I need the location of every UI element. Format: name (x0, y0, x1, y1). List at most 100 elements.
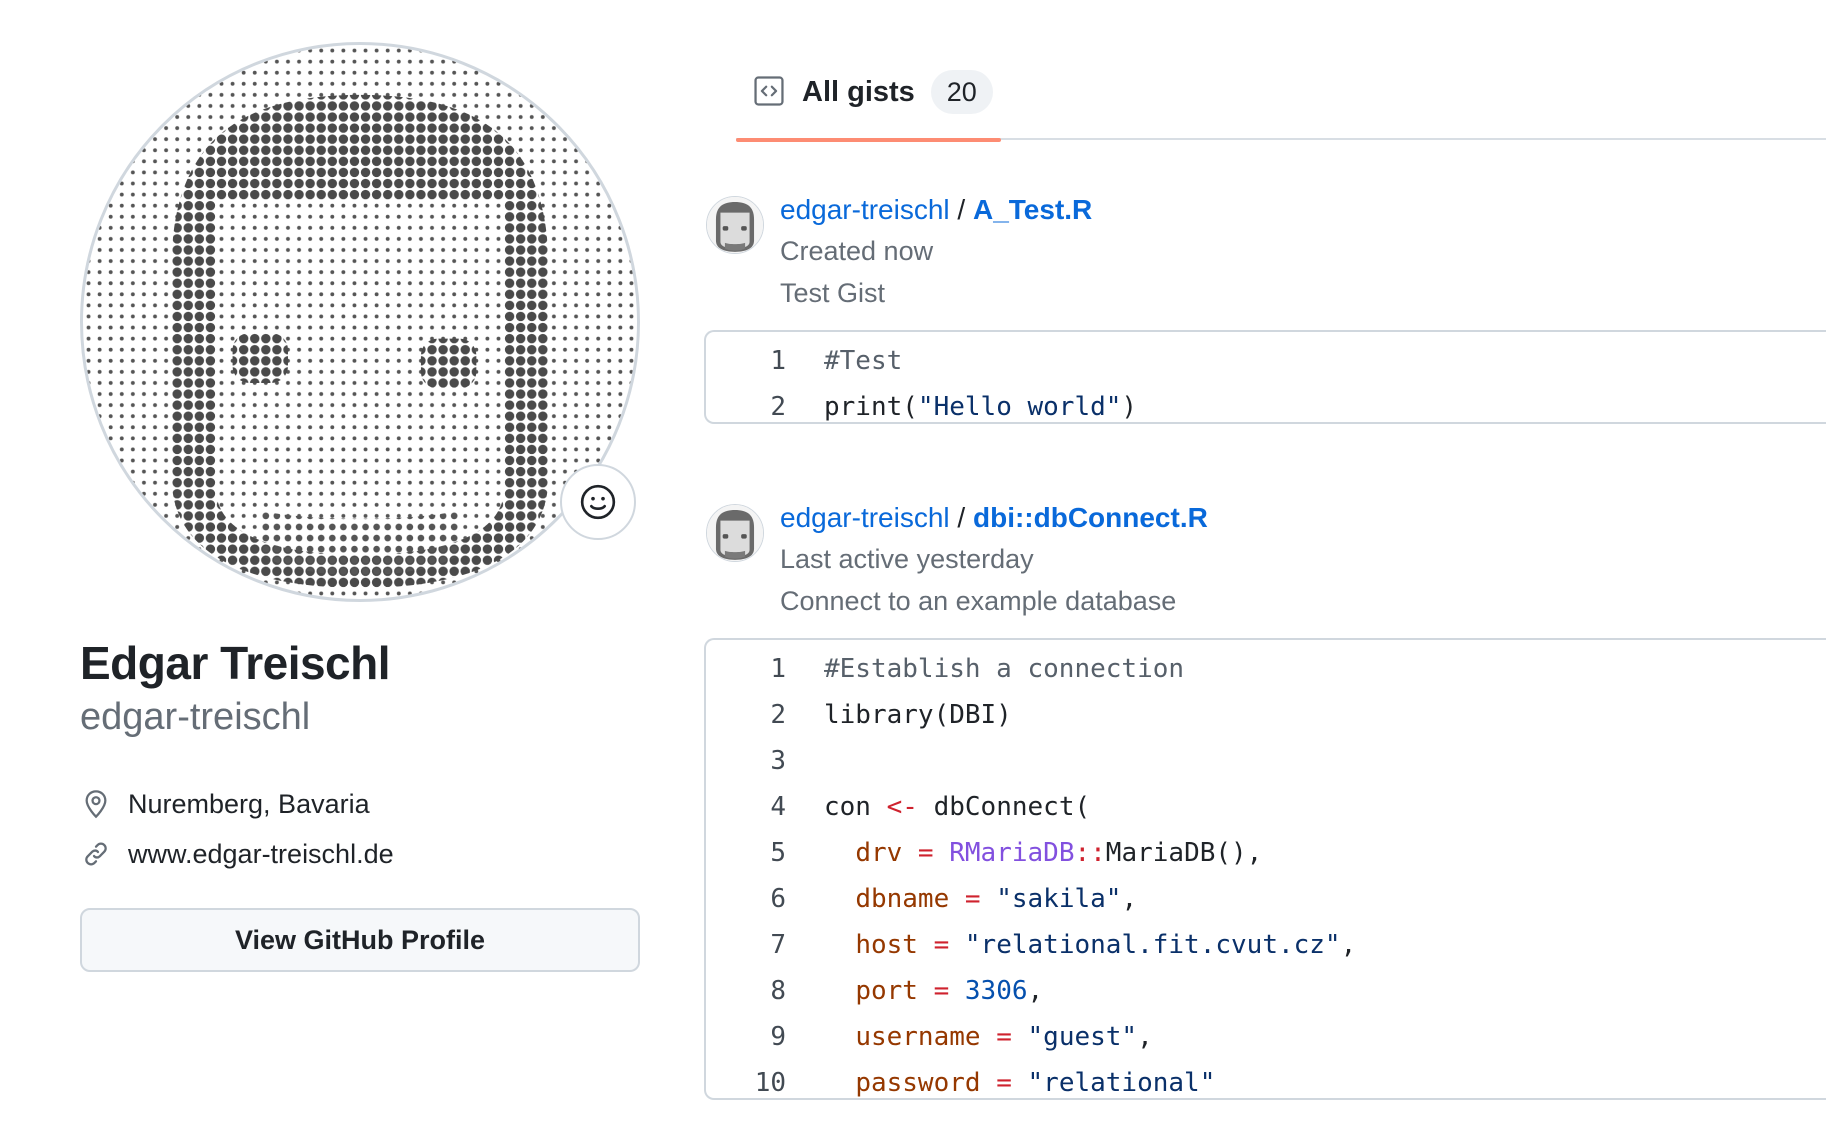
profile-website-link[interactable]: www.edgar-treischl.de (128, 839, 394, 870)
code-line: 3 (706, 738, 1826, 784)
link-icon (80, 838, 112, 870)
tab-all-gists[interactable]: All gists 20 (736, 62, 1001, 142)
gist-timestamp: Created now (780, 236, 934, 266)
gist-item: edgar-treischl / A_Test.R Created now Te… (704, 192, 1826, 424)
gist-owner-link[interactable]: edgar-treischl (780, 194, 950, 225)
gist-code-preview[interactable]: 1 #Test 2 print("Hello world") (704, 330, 1826, 424)
code-line: 10 password = "relational" (706, 1060, 1826, 1106)
code-text: port = 3306, (824, 976, 1043, 1006)
code-token: #Test (824, 346, 903, 376)
profile-website[interactable]: www.edgar-treischl.de (80, 838, 394, 870)
avatar (80, 42, 640, 602)
code-line: 6 dbname = "sakila", (706, 876, 1826, 922)
code-token: = (980, 1068, 1028, 1098)
gist-item: edgar-treischl / dbi::dbConnect.R Last a… (704, 500, 1826, 1100)
code-line: 8 port = 3306, (706, 968, 1826, 1014)
code-line: 7 host = "relational.fit.cvut.cz", (706, 922, 1826, 968)
code-text: print("Hello world") (824, 392, 1137, 422)
code-token: library(DBI) (824, 700, 1012, 730)
code-line: 9 username = "guest", (706, 1014, 1826, 1060)
gist-owner-avatar[interactable] (706, 196, 764, 254)
code-line: 1 #Establish a connection (706, 646, 1826, 692)
smiley-icon (580, 484, 616, 520)
set-status-button[interactable] (560, 464, 636, 540)
line-number[interactable]: 9 (706, 1022, 824, 1052)
line-number[interactable]: 1 (706, 654, 824, 684)
code-token: , (1137, 1022, 1153, 1052)
code-token: dbConnect( (917, 792, 1091, 822)
line-number[interactable]: 2 (706, 392, 824, 422)
pixel-face-avatar-icon (83, 45, 637, 599)
line-number[interactable]: 10 (706, 1068, 824, 1098)
code-token: = (902, 838, 950, 868)
code-line: 4 con <- dbConnect( (706, 784, 1826, 830)
code-text: username = "guest", (824, 1022, 1153, 1052)
code-token: = (980, 1022, 1028, 1052)
profile-name: Edgar Treischl (80, 637, 391, 689)
tab-all-gists-label: All gists (802, 76, 915, 108)
code-token: "Hello world" (917, 392, 1122, 422)
code-token: , (1121, 884, 1138, 914)
code-text: #Establish a connection (824, 654, 1184, 684)
gist-title: edgar-treischl / A_Test.R (780, 194, 1092, 226)
line-number[interactable]: 6 (706, 884, 824, 914)
gist-title: edgar-treischl / dbi::dbConnect.R (780, 502, 1208, 534)
line-number[interactable]: 8 (706, 976, 824, 1006)
profile-location: Nuremberg, Bavaria (80, 788, 370, 820)
code-text: dbname = "sakila", (824, 884, 1137, 914)
code-token: ) (1121, 392, 1138, 422)
code-token: MariaDB(), (1105, 838, 1263, 868)
code-text: con <- dbConnect( (824, 792, 1090, 822)
gist-title-separator: / (957, 502, 966, 533)
code-line: 5 drv = RMariaDB::MariaDB(), (706, 830, 1826, 876)
code-token: "sakila" (996, 884, 1122, 914)
gist-header: edgar-treischl / dbi::dbConnect.R Last a… (704, 500, 1826, 620)
gist-timestamp: Last active yesterday (780, 544, 1034, 574)
view-github-profile-button[interactable]: View GitHub Profile (80, 908, 640, 972)
gist-owner-link[interactable]: edgar-treischl (780, 502, 950, 533)
line-number[interactable]: 1 (706, 346, 824, 376)
code-text: #Test (824, 346, 902, 376)
gist-tabs: All gists 20 (736, 0, 1826, 142)
active-tab-underline (736, 138, 1001, 142)
code-token: print( (824, 392, 918, 422)
line-number[interactable]: 2 (706, 700, 824, 730)
code-token: "relational.fit.cvut.cz" (964, 930, 1341, 960)
code-line: 2 print("Hello world") (706, 384, 1826, 430)
code-token: drv (855, 838, 903, 868)
location-icon (80, 788, 112, 820)
gist-description: Connect to an example database (780, 586, 1177, 616)
gist-count-badge: 20 (930, 70, 993, 114)
code-token: "relational" (1027, 1068, 1216, 1098)
code-token: <- (886, 792, 918, 822)
profile-avatar-wrap (80, 42, 640, 602)
code-text: library(DBI) (824, 700, 1012, 730)
gist-title-separator: / (957, 194, 966, 225)
code-token: port (855, 976, 918, 1006)
code-square-icon (752, 74, 786, 108)
code-text: password = "relational" (824, 1068, 1215, 1098)
line-number[interactable]: 7 (706, 930, 824, 960)
code-line: 2 library(DBI) (706, 692, 1826, 738)
pixel-face-avatar-icon (707, 505, 763, 561)
code-line: 1 #Test (706, 338, 1826, 384)
line-number[interactable]: 3 (706, 746, 824, 776)
gist-header: edgar-treischl / A_Test.R Created now Te… (704, 192, 1826, 312)
gist-filename-link[interactable]: dbi::dbConnect.R (973, 502, 1208, 533)
line-number[interactable]: 5 (706, 838, 824, 868)
line-number[interactable]: 4 (706, 792, 824, 822)
code-token: username (855, 1022, 981, 1052)
gist-owner-avatar[interactable] (706, 504, 764, 562)
gist-code-preview[interactable]: 1 #Establish a connection 2 library(DBI) 3 4 c… (704, 638, 1826, 1100)
code-token: = (949, 884, 997, 914)
code-token: #Establish a connection (824, 654, 1185, 684)
gist-filename-link[interactable]: A_Test.R (973, 194, 1092, 225)
code-token: , (1027, 976, 1044, 1006)
code-token: 3306 (964, 976, 1028, 1006)
code-token: RMariaDB (949, 838, 1075, 868)
